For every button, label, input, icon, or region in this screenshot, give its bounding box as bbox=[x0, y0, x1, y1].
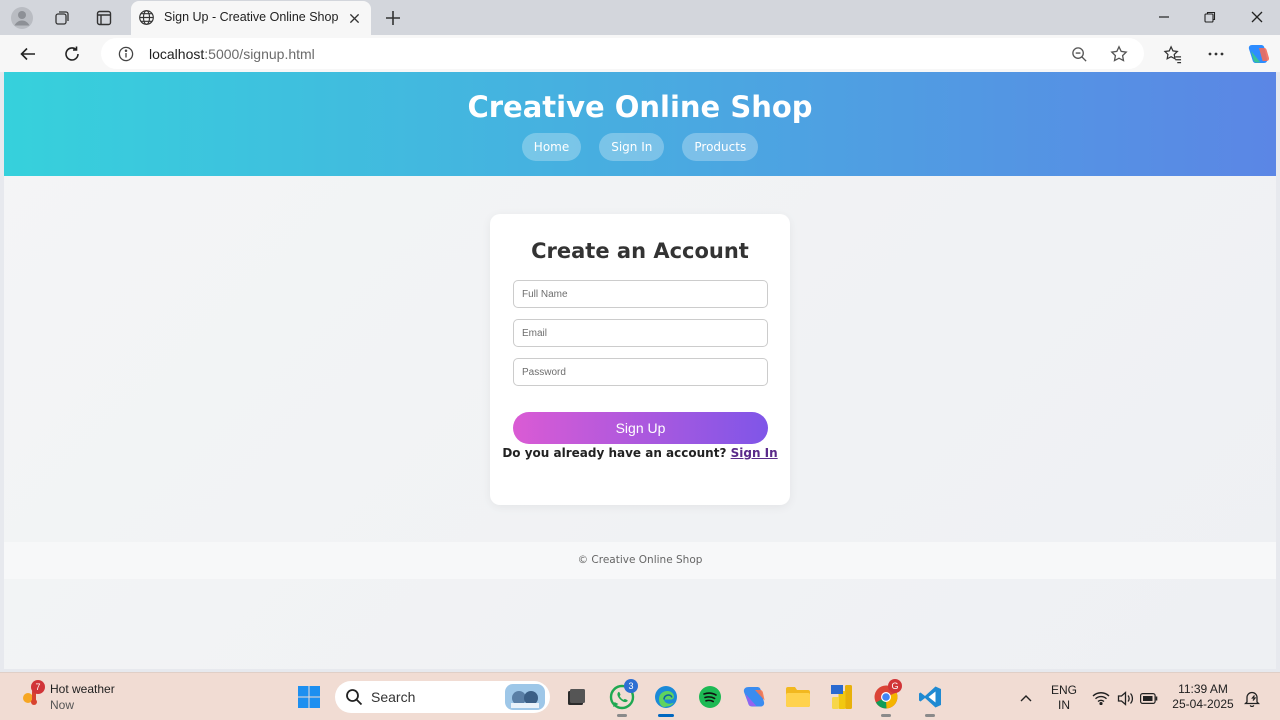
email-field[interactable] bbox=[513, 319, 768, 347]
tab-active[interactable]: Sign Up - Creative Online Shop bbox=[131, 1, 371, 35]
globe-icon bbox=[138, 9, 155, 30]
start-button[interactable] bbox=[293, 681, 325, 713]
nav-link-home[interactable]: Home bbox=[521, 133, 582, 161]
weather-badge: 7 bbox=[31, 680, 45, 694]
signin-prompt-text: Do you already have an account? bbox=[502, 446, 727, 460]
copilot-icon bbox=[743, 687, 765, 707]
chrome-running-indicator bbox=[881, 714, 891, 717]
language-label: ENG bbox=[1050, 683, 1077, 697]
vscode-button[interactable] bbox=[914, 681, 946, 717]
weather-subtitle: Now bbox=[50, 698, 75, 712]
region-label: IN bbox=[1058, 698, 1070, 712]
clock-time: 11:39 AM bbox=[1178, 682, 1228, 696]
footer-text: © Creative Online Shop bbox=[577, 554, 703, 566]
file-explorer-button[interactable] bbox=[782, 681, 814, 713]
windows-logo-icon bbox=[298, 686, 320, 708]
page-viewport: Creative Online Shop Home Sign In Produc… bbox=[4, 72, 1276, 669]
address-bar[interactable]: localhost:5000/signup.html bbox=[101, 38, 1144, 69]
site-header: Creative Online Shop Home Sign In Produc… bbox=[4, 72, 1276, 176]
sign-up-button[interactable]: Sign Up bbox=[513, 412, 768, 444]
signup-card: Create an Account Sign Up Do you already… bbox=[490, 214, 790, 505]
favorite-star-icon[interactable] bbox=[1109, 44, 1129, 64]
edge-icon bbox=[655, 686, 677, 708]
whatsapp-running-indicator bbox=[617, 714, 627, 717]
full-name-field[interactable] bbox=[513, 280, 768, 308]
tab-bar: Sign Up - Creative Online Shop bbox=[0, 0, 1280, 35]
spotify-button[interactable] bbox=[694, 681, 726, 713]
copilot-app-button[interactable] bbox=[738, 681, 770, 713]
taskbar-search[interactable]: Search bbox=[335, 681, 550, 713]
restore-icon[interactable] bbox=[1190, 4, 1230, 30]
whatsapp-badge: 3 bbox=[624, 679, 638, 693]
url-text: localhost:5000/signup.html bbox=[149, 46, 315, 62]
show-hidden-icons-chevron-icon[interactable] bbox=[1017, 689, 1035, 707]
signin-prompt: Do you already have an account? Sign In bbox=[490, 446, 790, 460]
minimize-icon[interactable] bbox=[1144, 4, 1184, 30]
folder-icon bbox=[786, 687, 810, 707]
password-field[interactable] bbox=[513, 358, 768, 386]
language-indicator[interactable]: ENG IN bbox=[1046, 683, 1082, 713]
form-heading: Create an Account bbox=[531, 239, 749, 263]
clock[interactable]: 11:39 AM 25-04-2025 bbox=[1168, 682, 1238, 712]
spotify-icon bbox=[699, 686, 721, 708]
clock-date: 25-04-2025 bbox=[1172, 697, 1234, 711]
edge-active-indicator bbox=[658, 714, 674, 717]
vscode-icon bbox=[919, 686, 941, 708]
copilot-icon[interactable] bbox=[1243, 39, 1273, 69]
url-path: :5000/signup.html bbox=[204, 46, 315, 62]
wifi-icon[interactable] bbox=[1092, 689, 1110, 707]
tab-title: Sign Up - Creative Online Shop bbox=[164, 10, 339, 24]
reload-icon[interactable] bbox=[57, 39, 87, 69]
zoom-out-icon[interactable] bbox=[1069, 44, 1089, 64]
profile-icon[interactable] bbox=[9, 5, 35, 31]
address-row: localhost:5000/signup.html bbox=[0, 35, 1280, 72]
taskbar: 7 Hot weather Now Search 3 G ENG IN 11:3… bbox=[0, 672, 1280, 720]
battery-icon[interactable] bbox=[1140, 689, 1158, 707]
edge-button[interactable] bbox=[650, 681, 682, 717]
task-view-button[interactable] bbox=[560, 681, 592, 713]
search-icon bbox=[345, 688, 363, 710]
task-view-icon bbox=[568, 689, 585, 705]
site-nav: Home Sign In Products bbox=[4, 133, 1276, 161]
whatsapp-button[interactable]: 3 bbox=[606, 679, 638, 717]
close-window-icon[interactable] bbox=[1237, 4, 1277, 30]
workspaces-icon[interactable] bbox=[49, 5, 75, 31]
sign-in-link[interactable]: Sign In bbox=[731, 446, 778, 460]
site-footer: © Creative Online Shop bbox=[4, 542, 1276, 579]
notification-bell-icon[interactable] bbox=[1243, 689, 1261, 707]
tab-actions-icon[interactable] bbox=[91, 5, 117, 31]
chrome-badge: G bbox=[888, 679, 902, 693]
close-tab-icon[interactable] bbox=[345, 9, 363, 27]
search-highlight-icon bbox=[505, 684, 545, 710]
power-bi-button[interactable] bbox=[826, 681, 858, 713]
nav-link-sign-in[interactable]: Sign In bbox=[599, 133, 665, 161]
vscode-running-indicator bbox=[925, 714, 935, 717]
url-host: localhost bbox=[149, 46, 205, 62]
back-icon[interactable] bbox=[13, 39, 43, 69]
site-title: Creative Online Shop bbox=[467, 90, 813, 124]
weather-title: Hot weather bbox=[50, 682, 115, 696]
site-info-icon[interactable] bbox=[116, 44, 136, 64]
power-bi-icon bbox=[831, 685, 852, 709]
volume-icon[interactable] bbox=[1116, 689, 1134, 707]
search-label: Search bbox=[371, 689, 416, 705]
more-options-icon[interactable] bbox=[1201, 39, 1231, 69]
nav-link-products[interactable]: Products bbox=[682, 133, 759, 161]
chrome-button[interactable]: G bbox=[870, 679, 902, 717]
weather-widget[interactable]: 7 Hot weather Now bbox=[0, 673, 140, 720]
new-tab-icon[interactable] bbox=[380, 5, 406, 31]
favorites-icon[interactable] bbox=[1157, 39, 1187, 69]
